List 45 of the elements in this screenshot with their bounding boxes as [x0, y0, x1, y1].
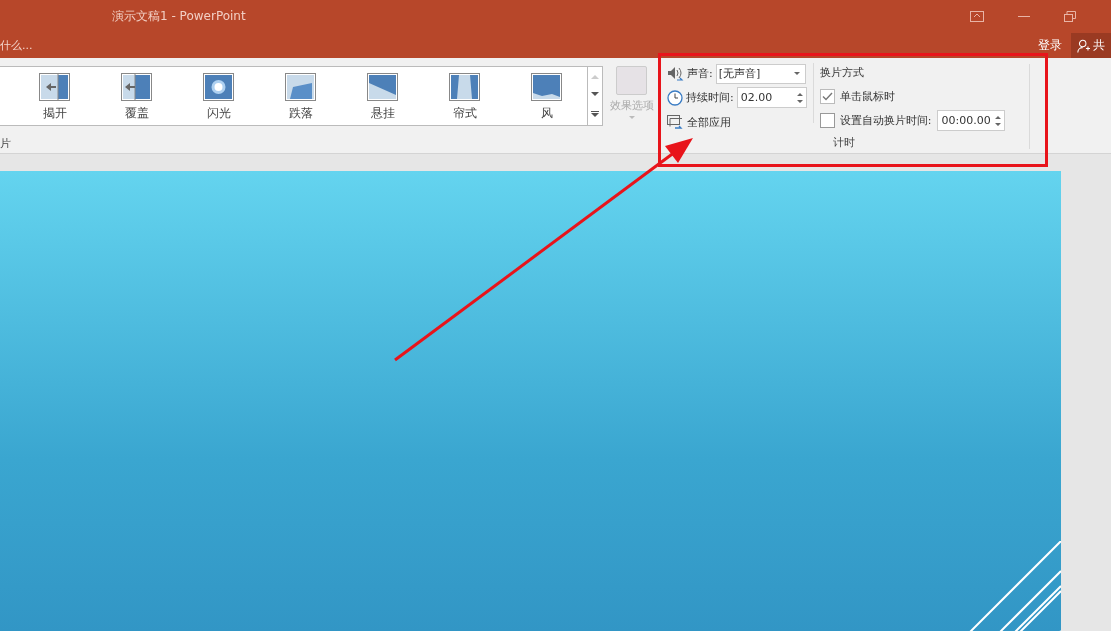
ribbon-display-icon[interactable] — [970, 11, 984, 22]
sound-dropdown[interactable]: [无声音] — [715, 63, 806, 84]
on-click-checkbox[interactable]: 单击鼠标时 — [819, 86, 1006, 107]
transition-thumbnail-icon — [121, 73, 152, 101]
transition-option[interactable]: 帘式 — [427, 67, 502, 125]
transition-thumbnail-icon — [285, 73, 316, 101]
after-time-checkbox[interactable]: 设置自动换片时间: — [819, 113, 932, 128]
apply-to-all-button[interactable]: 全部应用 — [667, 111, 807, 133]
share-button[interactable]: 共 — [1071, 33, 1111, 58]
transition-thumbnail-icon — [449, 73, 480, 101]
sound-label: 声音: — [687, 66, 713, 81]
check-icon — [821, 92, 833, 101]
transition-thumbnail-icon — [531, 73, 562, 101]
gallery-scrollbar[interactable] — [588, 66, 603, 126]
spinner-arrows-icon — [796, 91, 803, 104]
transition-thumbnail-icon — [203, 73, 234, 101]
scroll-up-icon — [591, 73, 600, 79]
transition-option[interactable]: 闪光 — [181, 67, 256, 125]
duration-spinner[interactable]: 02.00 — [736, 87, 807, 108]
advance-heading: 换片方式 — [819, 65, 865, 81]
caret-icon — [628, 116, 635, 119]
person-add-icon — [1077, 37, 1090, 54]
slides-icon — [667, 114, 684, 130]
transition-thumbnail-icon — [39, 73, 70, 101]
speaker-icon — [667, 65, 684, 82]
sign-in-link[interactable]: 登录 — [1038, 37, 1062, 54]
minimize-icon[interactable] — [1018, 15, 1030, 18]
window-title: 演示文稿1 - PowerPoint — [112, 8, 246, 25]
after-time-spinner[interactable]: 00:00.00 — [937, 110, 1006, 131]
clock-icon — [667, 89, 683, 106]
transition-thumbnail-icon — [367, 73, 398, 101]
transition-option[interactable]: 揭开 — [17, 67, 92, 125]
transition-option[interactable]: 风 — [509, 67, 584, 125]
tell-me-field[interactable]: 什么... — [0, 38, 33, 53]
caret-icon — [793, 72, 800, 75]
restore-icon[interactable] — [1064, 11, 1076, 22]
transition-option[interactable]: 覆盖 — [99, 67, 174, 125]
transition-option[interactable]: 悬挂 — [345, 67, 420, 125]
group-label: 计时 — [833, 135, 855, 150]
transition-option[interactable]: 跌落 — [263, 67, 338, 125]
group-label: 片 — [0, 136, 12, 151]
duration-label: 持续时间: — [686, 90, 734, 105]
scroll-down-icon — [591, 92, 600, 98]
spinner-arrows-icon — [995, 114, 1002, 127]
expand-gallery-icon — [591, 111, 600, 119]
